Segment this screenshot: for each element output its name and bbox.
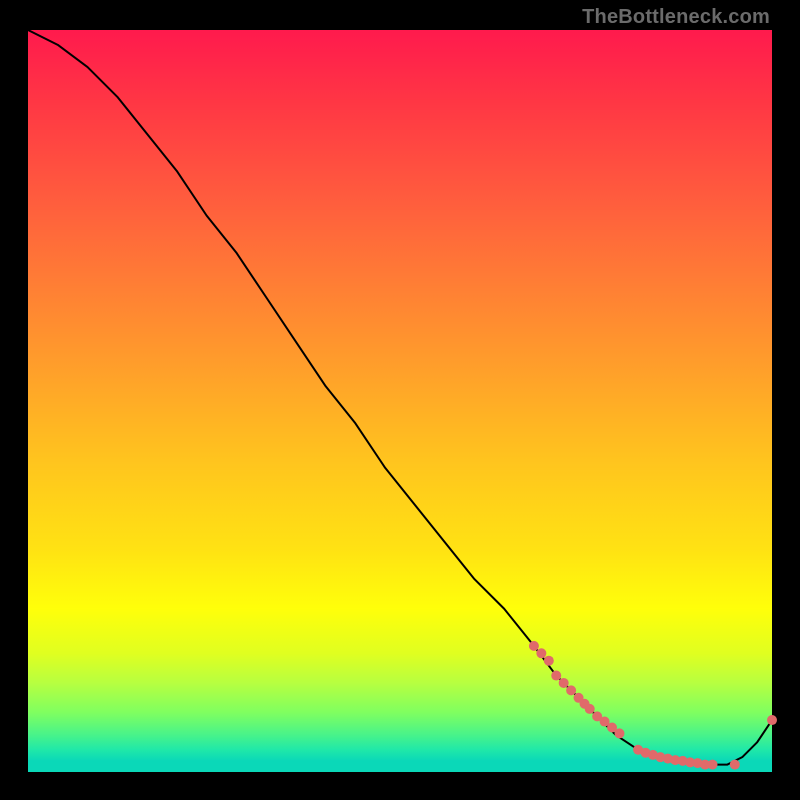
plot-area bbox=[28, 30, 772, 772]
bottleneck-curve-path bbox=[28, 30, 772, 765]
marker-dot bbox=[529, 641, 539, 651]
marker-dot bbox=[559, 678, 569, 688]
marker-dot bbox=[551, 671, 561, 681]
marker-dot bbox=[544, 656, 554, 666]
marker-dot bbox=[585, 704, 595, 714]
chart-stage: TheBottleneck.com bbox=[0, 0, 800, 800]
watermark-text: TheBottleneck.com bbox=[582, 6, 770, 29]
marker-dot bbox=[707, 760, 717, 770]
marker-dot bbox=[614, 728, 624, 738]
marker-dot bbox=[566, 685, 576, 695]
marker-dot bbox=[536, 648, 546, 658]
marker-dot bbox=[730, 760, 740, 770]
highlight-markers bbox=[529, 641, 777, 770]
chart-svg bbox=[28, 30, 772, 772]
marker-dot bbox=[767, 715, 777, 725]
